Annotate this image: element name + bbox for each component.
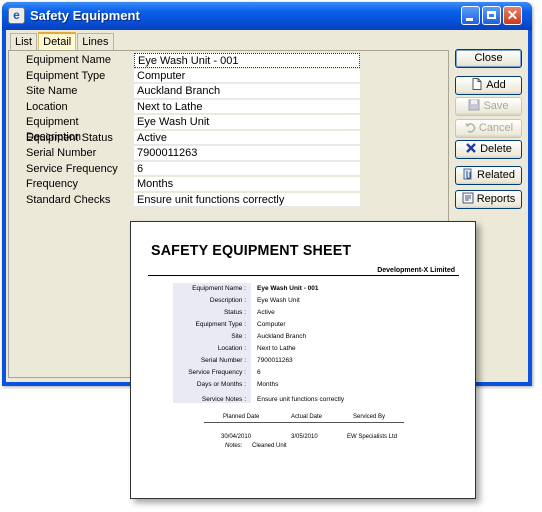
report-notes-label: Notes: bbox=[225, 443, 243, 449]
field-row-equipment-description: Equipment Description Eye Wash Unit bbox=[10, 115, 364, 143]
undo-icon bbox=[464, 123, 476, 133]
tab-strip: List Detail Lines bbox=[10, 32, 115, 50]
report-company: Development-X Limited bbox=[377, 267, 455, 274]
cancel-button-label: Cancel bbox=[478, 122, 514, 134]
field-value-standard-checks[interactable]: Ensure unit functions correctly bbox=[134, 192, 360, 207]
field-row-equipment-name: Equipment Name Eye Wash Unit - 001 bbox=[10, 53, 364, 69]
field-value-location[interactable]: Next to Lathe bbox=[134, 99, 360, 114]
report-cell-actual: 3/05/2010 bbox=[291, 434, 318, 440]
report-cell-serviced: EW Specialists Ltd bbox=[347, 434, 398, 440]
field-row-serial-number: Serial Number 7900011263 bbox=[10, 146, 364, 162]
field-row-standard-checks: Standard Checks Ensure unit functions co… bbox=[10, 192, 364, 209]
report-value: Ensure unit functions correctly bbox=[257, 396, 345, 403]
field-label: Service Frequency bbox=[26, 162, 118, 175]
report-value: Active bbox=[257, 309, 275, 316]
window-title: Safety Equipment bbox=[30, 8, 140, 23]
report-preview-sheet: SAFETY EQUIPMENT SHEET Development-X Lim… bbox=[130, 221, 476, 499]
title-bar[interactable]: e Safety Equipment ✕ bbox=[2, 2, 532, 30]
report-table-rule bbox=[204, 422, 404, 423]
floppy-disk-icon bbox=[468, 99, 480, 111]
reports-button[interactable]: Reports bbox=[455, 190, 522, 209]
field-row-frequency: Frequency Months bbox=[10, 177, 364, 193]
report-header-serviced: Serviced By bbox=[353, 414, 386, 420]
report-cell-planned: 30/04/2010 bbox=[221, 434, 252, 440]
field-label: Frequency bbox=[26, 178, 78, 190]
report-value: Auckland Branch bbox=[257, 333, 307, 340]
close-icon: ✕ bbox=[506, 7, 519, 23]
app-logo-icon[interactable]: e bbox=[8, 7, 25, 24]
related-button-label: Related bbox=[477, 169, 515, 181]
field-value-site-name[interactable]: Auckland Branch bbox=[134, 84, 360, 99]
report-value: 6 bbox=[257, 369, 261, 376]
x-icon bbox=[466, 143, 476, 153]
tab-detail[interactable]: Detail bbox=[38, 32, 77, 50]
add-button-label: Add bbox=[486, 79, 506, 91]
report-key: Serial Number : bbox=[200, 357, 246, 364]
new-document-icon bbox=[472, 78, 482, 90]
save-button-label: Save bbox=[483, 100, 509, 112]
report-value: Eye Wash Unit - 001 bbox=[257, 285, 319, 292]
field-label: Equipment Status bbox=[26, 131, 113, 144]
field-label: Serial Number bbox=[26, 147, 97, 159]
minimize-icon bbox=[466, 18, 473, 21]
report-title: SAFETY EQUIPMENT SHEET bbox=[151, 242, 352, 259]
field-value-equipment-status[interactable]: Active bbox=[134, 130, 360, 145]
report-key: Days or Months : bbox=[196, 381, 246, 388]
report-divider bbox=[148, 275, 459, 276]
field-row-equipment-status: Equipment Status Active bbox=[10, 130, 364, 147]
report-key: Description : bbox=[209, 297, 246, 304]
report-value: Months bbox=[257, 381, 279, 388]
maximize-button[interactable] bbox=[482, 6, 501, 25]
report-key: Service Frequency : bbox=[188, 369, 246, 376]
related-button[interactable]: Related bbox=[455, 166, 522, 185]
field-row-location: Location Next to Lathe bbox=[10, 99, 364, 116]
report-icon bbox=[462, 192, 474, 204]
delete-button-label: Delete bbox=[480, 143, 512, 155]
field-value-service-frequency[interactable]: 6 bbox=[134, 161, 360, 176]
report-header-actual: Actual Date bbox=[291, 414, 323, 420]
report-value: Next to Lathe bbox=[257, 345, 296, 352]
save-button[interactable]: Save bbox=[455, 97, 522, 116]
field-value-frequency[interactable]: Months bbox=[134, 177, 360, 192]
field-value-equipment-description[interactable]: Eye Wash Unit bbox=[134, 115, 360, 130]
close-button-label: Close bbox=[474, 52, 503, 64]
delete-button[interactable]: Delete bbox=[455, 140, 522, 159]
report-value: Computer bbox=[257, 321, 286, 328]
field-value-equipment-type[interactable]: Computer bbox=[134, 68, 360, 83]
report-value: 7900011263 bbox=[257, 357, 293, 364]
field-row-equipment-type: Equipment Type Computer bbox=[10, 68, 364, 85]
report-header-planned: Planned Date bbox=[223, 414, 260, 420]
maximize-icon bbox=[487, 11, 496, 19]
report-key: Status : bbox=[223, 309, 246, 316]
report-value: Eye Wash Unit bbox=[257, 297, 300, 304]
tab-list[interactable]: List bbox=[10, 33, 38, 50]
reports-button-label: Reports bbox=[476, 193, 516, 205]
field-label: Location bbox=[26, 100, 68, 113]
field-label: Equipment Name bbox=[26, 54, 111, 66]
field-label: Equipment Type bbox=[26, 69, 106, 82]
add-button[interactable]: Add bbox=[455, 76, 522, 95]
detail-grid: Equipment Name Eye Wash Unit - 001 Equip… bbox=[10, 53, 364, 208]
tab-lines[interactable]: Lines bbox=[77, 33, 114, 50]
minimize-button[interactable] bbox=[461, 6, 480, 25]
report-notes-value: Cleaned Unit bbox=[252, 443, 287, 449]
field-label: Site Name bbox=[26, 85, 78, 97]
field-value-equipment-name[interactable]: Eye Wash Unit - 001 bbox=[134, 53, 360, 68]
close-window-button[interactable]: ✕ bbox=[503, 6, 522, 25]
paperclip-icon bbox=[463, 168, 472, 180]
close-button[interactable]: Close bbox=[455, 49, 522, 68]
report-key: Equipment Type : bbox=[195, 321, 246, 328]
cancel-button[interactable]: Cancel bbox=[455, 119, 522, 138]
field-row-service-frequency: Service Frequency 6 bbox=[10, 161, 364, 178]
field-value-serial-number[interactable]: 7900011263 bbox=[134, 146, 360, 161]
report-key: Equipment Name : bbox=[192, 285, 246, 292]
field-label: Equipment Description bbox=[26, 116, 82, 143]
report-key: Location : bbox=[217, 345, 246, 352]
field-row-site-name: Site Name Auckland Branch bbox=[10, 84, 364, 100]
report-key: Service Notes : bbox=[201, 396, 246, 403]
report-key: Site : bbox=[231, 333, 246, 340]
field-label: Standard Checks bbox=[26, 193, 111, 206]
